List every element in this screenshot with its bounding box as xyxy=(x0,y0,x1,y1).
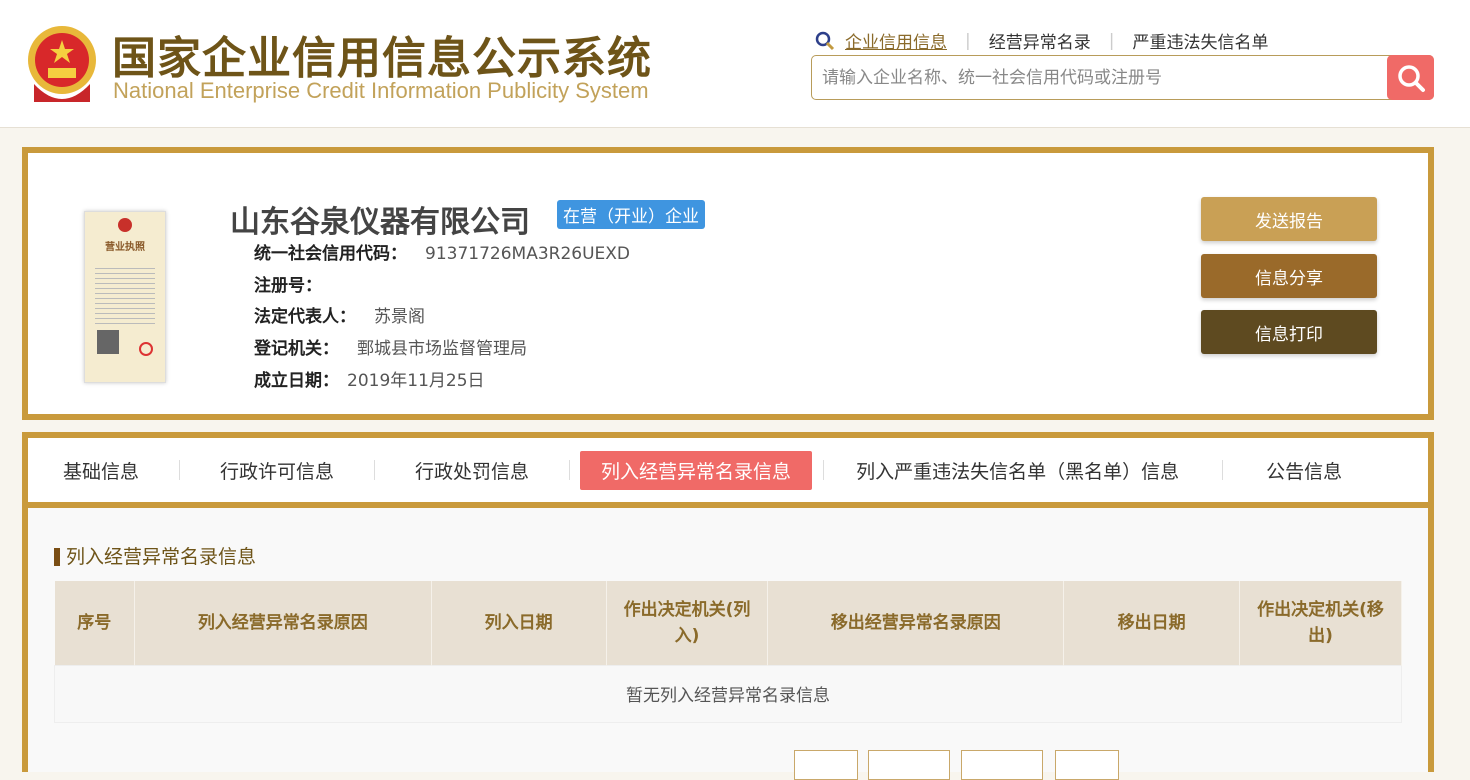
nav-abnormal-list[interactable]: 经营异常名录 xyxy=(989,28,1091,53)
field-credit-code: 统一社会信用代码： 91371726MA3R26UEXD xyxy=(254,244,631,264)
company-summary-card: 营业执照 山东谷泉仪器有限公司 在营（开业）企业 统一社会信用代码： 913717… xyxy=(22,147,1434,420)
top-nav: 企业信用信息 | 经营异常名录 | 严重违法失信名单 xyxy=(815,28,1268,53)
tab-admin-penalty[interactable]: 行政处罚信息 xyxy=(394,451,550,490)
col-index: 序号 xyxy=(54,581,135,665)
tab-announcements[interactable]: 公告信息 xyxy=(1245,451,1363,490)
search-icon xyxy=(1397,64,1425,92)
company-name: 山东谷泉仪器有限公司 xyxy=(230,205,530,240)
col-date-out: 移出日期 xyxy=(1063,581,1241,665)
site-title: 国家企业信用信息公示系统 xyxy=(112,33,652,84)
pager-button[interactable] xyxy=(868,750,950,780)
nav-enterprise-credit[interactable]: 企业信用信息 xyxy=(845,28,947,53)
tab-basic-info[interactable]: 基础信息 xyxy=(42,451,160,490)
col-authority-out: 作出决定机关(移出) xyxy=(1239,581,1402,665)
status-badge: 在营（开业）企业 xyxy=(557,200,705,229)
send-report-button[interactable]: 发送报告 xyxy=(1201,197,1377,241)
search-input[interactable] xyxy=(812,56,1382,99)
site-header: 国家企业信用信息公示系统 National Enterprise Credit … xyxy=(0,0,1470,128)
field-legal-rep: 法定代表人： 苏景阁 xyxy=(254,307,425,327)
pager-button[interactable] xyxy=(1055,750,1119,780)
details-card: 基础信息 行政许可信息 行政处罚信息 列入经营异常名录信息 列入严重违法失信名单… xyxy=(22,432,1434,780)
nav-blacklist[interactable]: 严重违法失信名单 xyxy=(1132,28,1268,53)
section-title: 列入经营异常名录信息 xyxy=(54,548,256,567)
col-authority-in: 作出决定机关(列入) xyxy=(606,581,769,665)
search-button[interactable] xyxy=(1387,55,1434,100)
field-reg-no: 注册号： xyxy=(254,276,322,296)
divider: | xyxy=(1108,30,1115,51)
site-subtitle: National Enterprise Credit Information P… xyxy=(113,78,649,103)
print-button[interactable]: 信息打印 xyxy=(1201,310,1377,354)
divider: | xyxy=(965,30,971,51)
col-reason-out: 移出经营异常名录原因 xyxy=(767,581,1065,665)
tab-blacklist[interactable]: 列入严重违法失信名单（黑名单）信息 xyxy=(835,451,1200,490)
table-header-row: 序号 列入经营异常名录原因 列入日期 作出决定机关(列入) 移出经营异常名录原因… xyxy=(54,581,1402,665)
divider xyxy=(823,460,825,480)
field-founded: 成立日期： 2019年11月25日 xyxy=(254,371,485,391)
search-box xyxy=(811,55,1434,100)
divider xyxy=(179,460,181,480)
col-reason-in: 列入经营异常名录原因 xyxy=(134,581,432,665)
business-license-image[interactable]: 营业执照 xyxy=(84,211,166,383)
tab-abnormal-list[interactable]: 列入经营异常名录信息 xyxy=(580,450,813,490)
share-button[interactable]: 信息分享 xyxy=(1201,254,1377,298)
tab-admin-license[interactable]: 行政许可信息 xyxy=(199,451,355,490)
empty-message: 暂无列入经营异常名录信息 xyxy=(54,664,1402,723)
divider xyxy=(569,460,571,480)
pager-button[interactable] xyxy=(961,750,1043,780)
divider xyxy=(374,460,376,480)
license-title: 营业执照 xyxy=(105,242,145,253)
pager-button[interactable] xyxy=(794,750,858,780)
search-icon xyxy=(815,31,835,50)
field-authority: 登记机关： 鄄城县市场监督管理局 xyxy=(254,339,527,359)
abnormal-list-table: 序号 列入经营异常名录原因 列入日期 作出决定机关(列入) 移出经营异常名录原因… xyxy=(54,581,1402,723)
national-emblem-icon xyxy=(28,26,96,102)
col-date-in: 列入日期 xyxy=(431,581,607,665)
table-row: 暂无列入经营异常名录信息 xyxy=(54,664,1402,723)
tab-bar: 基础信息 行政许可信息 行政处罚信息 列入经营异常名录信息 列入严重违法失信名单… xyxy=(28,438,1428,508)
divider xyxy=(1222,460,1224,480)
